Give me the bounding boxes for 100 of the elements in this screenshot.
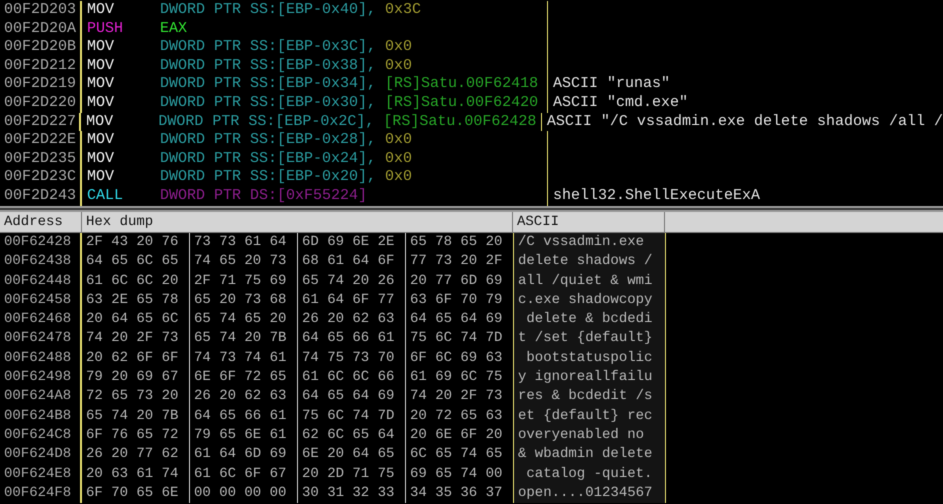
hex-bytes: 61 64 6F 77 <box>298 290 406 310</box>
address-text: 00F2D227 <box>0 112 82 132</box>
ascii-text: overyenabled no <box>514 426 666 446</box>
hex-bytes: 65 74 65 20 <box>190 310 298 330</box>
hex-bytes: 6F 70 65 6E <box>82 484 190 504</box>
address-text: 00F624B8 <box>0 406 82 426</box>
address-text: 00F624F8 <box>0 484 82 504</box>
address-text: 00F62428 <box>0 233 82 252</box>
address-text: 00F2D235 <box>0 150 82 168</box>
comment-text: ASCII "/C vssadmin.exe delete shadows /all / <box>546 112 943 130</box>
hex-bytes: 6E 6F 72 65 <box>190 368 298 388</box>
hex-bytes: 62 6C 65 64 <box>298 426 406 446</box>
address-text: 00F2D220 <box>0 94 82 113</box>
hex-bytes: 20 2D 71 75 <box>298 464 406 484</box>
operand-text: DWORD PTR SS:[EBP-0x30], <box>160 94 376 113</box>
hex-bytes: 68 61 64 6F <box>298 252 406 272</box>
operand-text: DWORD PTR SS:[EBP-0x20], <box>160 168 376 187</box>
hex-bytes: 20 64 65 6C <box>82 310 190 330</box>
address-text: 00F62478 <box>0 329 82 349</box>
hex-bytes: 20 63 61 74 <box>82 464 190 484</box>
comment-text: ASCII "cmd.exe" <box>553 94 688 111</box>
address-text: 00F62468 <box>0 310 82 330</box>
operand-text: DWORD PTR SS:[EBP-0x38], <box>160 56 376 76</box>
mnemonic-text: MOV <box>86 38 116 57</box>
mnemonic-text: MOV <box>86 56 116 76</box>
operand-text: DWORD PTR DS:[0xF55224] <box>160 186 368 206</box>
ascii-text: /C vssadmin.exe <box>514 233 666 252</box>
operand-text: [RS]Satu.00F62418 <box>385 75 538 94</box>
address-text: 00F62498 <box>0 368 82 388</box>
mnemonic-text: MOV <box>86 1 116 20</box>
address-text: 00F62458 <box>0 290 82 310</box>
mnemonic-text: MOV <box>85 112 114 132</box>
operand-text: EAX <box>160 20 188 38</box>
hex-bytes: 26 20 62 63 <box>298 310 406 330</box>
hex-bytes: 64 65 66 61 <box>298 329 406 349</box>
ascii-text: t /set {default} <box>514 329 666 349</box>
operand-text: 0x3C <box>385 1 422 20</box>
mnemonic-text: PUSH <box>86 20 124 38</box>
hex-bytes: 2F 43 20 76 <box>82 233 190 252</box>
hex-bytes: 75 6C 74 7D <box>298 406 406 426</box>
hex-bytes: 20 62 6F 6F <box>82 348 190 368</box>
hex-bytes: 65 74 20 7B <box>82 406 190 426</box>
operand-text: 0x0 <box>385 168 412 187</box>
ascii-text: catalog -quiet. <box>514 464 666 484</box>
operand-text: [RS]Satu.00F62428 <box>383 112 536 132</box>
hex-bytes: 64 65 66 61 <box>190 406 298 426</box>
hex-bytes: 79 65 6E 61 <box>190 426 298 446</box>
hex-bytes: 6E 20 64 65 <box>298 445 406 465</box>
hex-bytes: 73 73 61 64 <box>190 233 298 252</box>
operand-text: DWORD PTR SS:[EBP-0x28], <box>160 131 376 150</box>
hex-bytes: 61 6C 6F 67 <box>190 464 298 484</box>
hex-bytes: 74 75 73 70 <box>298 348 406 368</box>
ascii-text: y ignoreallfailu <box>514 368 666 388</box>
operand-text: 0x0 <box>385 38 412 57</box>
mnemonic-text: MOV <box>86 131 116 150</box>
address-text: 00F2D20B <box>0 38 82 57</box>
hex-bytes: 65 20 73 68 <box>190 290 298 310</box>
ascii-text: open....01234567 <box>514 484 666 504</box>
address-text: 00F624A8 <box>0 387 82 407</box>
column-header[interactable]: Address <box>0 212 82 233</box>
operand-text: 0x0 <box>385 56 412 76</box>
address-text: 00F624C8 <box>0 426 82 446</box>
address-text: 00F2D23C <box>0 168 82 187</box>
operand-text: [RS]Satu.00F62420 <box>385 94 538 113</box>
ascii-text: delete shadows / <box>514 252 666 272</box>
operand-text: DWORD PTR SS:[EBP-0x34], <box>160 75 376 94</box>
column-header[interactable]: Hex dump <box>82 212 513 233</box>
address-text: 00F2D20A <box>0 20 82 38</box>
hex-bytes: 64 65 6C 65 <box>82 252 190 272</box>
operand-text: 0x0 <box>385 131 412 150</box>
address-text: 00F62438 <box>0 252 82 272</box>
mnemonic-text: CALL <box>86 186 124 206</box>
ascii-text: et {default} rec <box>514 406 666 426</box>
address-text: 00F624E8 <box>0 464 82 484</box>
operand-text: DWORD PTR SS:[EBP-0x3C], <box>160 38 376 57</box>
address-text: 00F624D8 <box>0 445 82 465</box>
hex-bytes: 65 74 20 7B <box>190 329 298 349</box>
hex-bytes: 65 74 20 26 <box>298 272 406 291</box>
ascii-text: & wbadmin delete <box>514 445 666 465</box>
address-text: 00F62448 <box>0 272 82 291</box>
hex-bytes: 26 20 62 63 <box>190 387 298 407</box>
hex-bytes: 79 20 69 67 <box>82 368 190 388</box>
mnemonic-text: MOV <box>86 168 116 187</box>
mnemonic-text: MOV <box>86 75 116 94</box>
hex-bytes: 63 2E 65 78 <box>82 290 190 310</box>
operand-text: DWORD PTR SS:[EBP-0x24], <box>160 150 376 168</box>
hex-bytes: 74 73 74 61 <box>190 348 298 368</box>
hex-bytes: 26 20 77 62 <box>82 445 190 465</box>
operand-text: DWORD PTR SS:[EBP-0x2C], <box>158 112 374 132</box>
address-text: 00F2D219 <box>0 75 82 94</box>
ascii-text: res & bcdedit /s <box>514 387 666 407</box>
hex-bytes: 6D 69 6E 2E <box>298 233 406 252</box>
ascii-text: c.exe shadowcopy <box>514 290 666 310</box>
comment-text: ASCII "runas" <box>553 75 670 92</box>
operand-text: 0x0 <box>385 150 412 168</box>
hex-bytes: 64 65 64 69 <box>298 387 406 407</box>
ascii-text: delete & bcdedi <box>514 310 666 330</box>
hex-bytes: 00 00 00 00 <box>190 484 298 504</box>
ascii-text: all /quiet & wmi <box>514 272 666 291</box>
address-text: 00F62488 <box>0 348 82 368</box>
